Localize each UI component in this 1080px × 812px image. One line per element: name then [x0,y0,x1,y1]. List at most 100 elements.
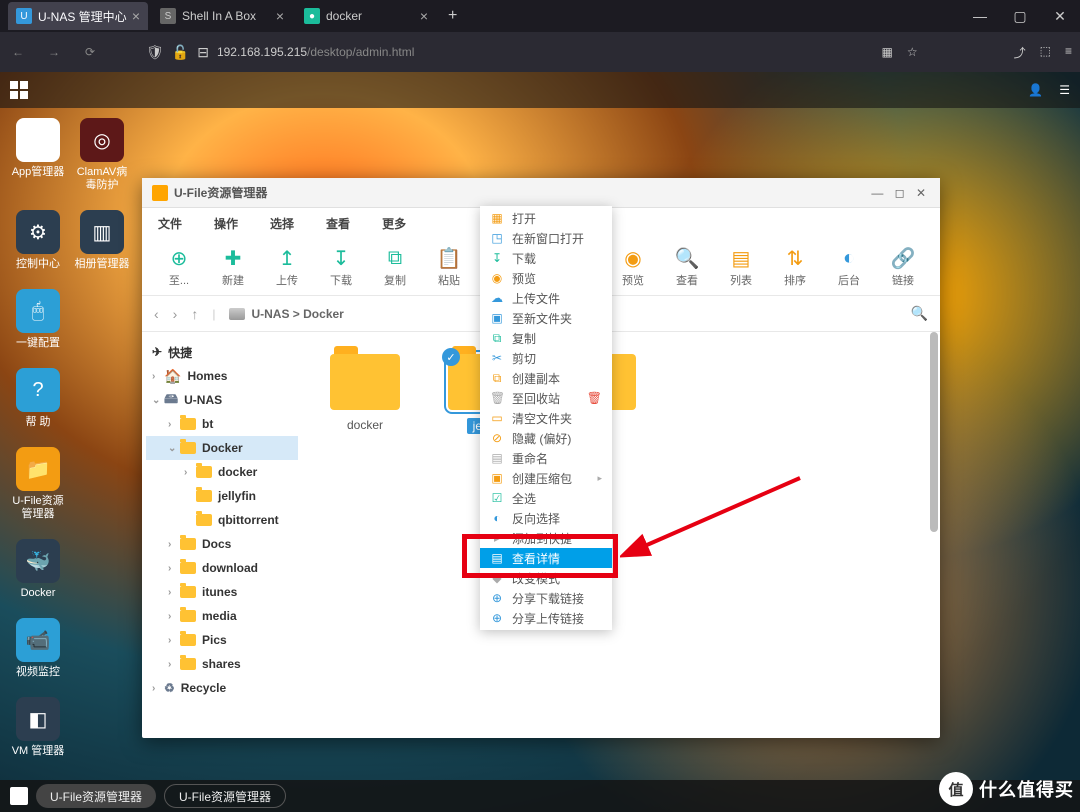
context-menu-item[interactable]: ☁上传文件 [480,288,612,308]
file-grid[interactable]: docker✓jellynt [302,332,940,738]
start-button[interactable] [10,787,28,805]
tree-item[interactable]: ›docker [146,460,298,484]
new-tab-button[interactable]: + [440,7,465,25]
tree-item[interactable]: ›🏠Homes [146,364,298,388]
context-menu-item[interactable]: ⧉创建副本 [480,368,612,388]
desktop-icon[interactable]: ▥相册管理器 [74,210,130,271]
tree-item[interactable]: jellyfin [146,484,298,508]
nav-back-icon[interactable]: ‹ [154,306,159,322]
menu-item[interactable]: 查看 [326,215,350,232]
context-menu-item[interactable]: ◐反向选择 [480,508,612,528]
toolbar-button[interactable]: ▤列表 [714,246,768,288]
desktop-icon[interactable]: 🖱一键配置 [10,289,66,350]
tree-item[interactable]: ›download [146,556,298,580]
tab-active[interactable]: U U-NAS 管理中心 × [8,2,148,30]
tree-item[interactable]: ⌄🖴U-NAS [146,388,298,412]
search-icon[interactable]: 🔍 [911,305,928,322]
context-menu-item[interactable]: ▣创建压缩包▸ [480,468,612,488]
desktop-icon[interactable]: ◎ClamAV病毒防护 [74,118,130,192]
toolbar-button[interactable]: ↧下载 [314,246,368,288]
toolbar-button[interactable]: ⊕至... [152,246,206,288]
tab[interactable]: ● docker × [296,2,436,30]
ext-icon[interactable]: ⤴ [1014,44,1026,61]
tree-item[interactable]: ›shares [146,652,298,676]
context-menu-item[interactable]: ▸添加到快捷 [480,528,612,548]
breadcrumb[interactable]: U-NAS > Docker [229,307,343,321]
menu-item[interactable]: 更多 [382,215,406,232]
ext-icon[interactable]: ⬚ [1040,44,1051,61]
context-menu-item[interactable]: ◆改变模式 [480,568,612,588]
menu-icon[interactable]: ≡ [1065,44,1072,61]
context-menu-item[interactable]: ▭清空文件夹 [480,408,612,428]
window-controls[interactable]: — ◻ ✕ [871,186,930,200]
close-button[interactable]: ✕ [1040,8,1080,25]
desktop-icon[interactable]: ?帮 助 [10,368,66,429]
user-icon[interactable]: 👤 [1028,83,1043,97]
taskbar-button[interactable]: U-File资源管理器 [36,784,156,808]
tab[interactable]: S Shell In A Box × [152,2,292,30]
context-menu-item[interactable]: ⊕分享上传链接 [480,608,612,628]
toolbar-button[interactable]: ✚新建 [206,246,260,288]
tree-item[interactable]: ›Pics [146,628,298,652]
toolbar-button[interactable]: ⇅排序 [768,246,822,288]
menu-item-icon: ⧉ [490,331,504,346]
context-menu-item[interactable]: ▤重命名 [480,448,612,468]
tree-item[interactable]: ›itunes [146,580,298,604]
menu-item[interactable]: 文件 [158,215,182,232]
tree-item[interactable]: ⌄Docker [146,436,298,460]
tree-item[interactable]: ›Docs [146,532,298,556]
tree-item[interactable]: ›media [146,604,298,628]
context-menu-item[interactable]: ☑全选 [480,488,612,508]
close-icon[interactable]: × [420,8,428,24]
close-icon[interactable]: × [132,8,140,24]
tree-item[interactable]: ✈快捷 [146,340,298,364]
context-menu-item[interactable]: ◉预览 [480,268,612,288]
close-icon[interactable]: × [276,8,284,24]
tree-item[interactable]: qbittorrent [146,508,298,532]
bookmark-icon[interactable]: ☆ [907,45,918,59]
list-icon[interactable]: ☰ [1059,83,1070,97]
context-menu-item[interactable]: ⊕分享下载链接 [480,588,612,608]
context-menu-item[interactable]: ▤查看详情 [480,548,612,568]
desktop-icon[interactable]: 📹视频监控 [10,618,66,679]
forward-button[interactable]: → [44,45,64,59]
context-menu-item[interactable]: ▣至新文件夹 [480,308,612,328]
minimize-button[interactable]: — [960,8,1000,25]
reload-button[interactable]: ⟳ [80,45,100,59]
context-menu-item[interactable]: ✂剪切 [480,348,612,368]
desktop-icon[interactable]: ◧VM 管理器 [10,697,66,758]
menu-item-icon: 🗑 [490,391,504,405]
context-menu-item[interactable]: 🗑至回收站🗑 [480,388,612,408]
toolbar-button[interactable]: 🔍查看 [660,246,714,288]
toolbar-button[interactable]: ◐后台 [822,246,876,288]
context-menu-item[interactable]: ▦打开 [480,208,612,228]
desktop-icon[interactable]: 🐳Docker [10,539,66,600]
url-bar[interactable]: 🛡 🔓 ⊟ 192.168.195.215/desktop/admin.html [116,44,866,61]
context-menu-item[interactable]: ↧下载 [480,248,612,268]
toolbar-button[interactable]: ⧉复制 [368,246,422,288]
toolbar-button[interactable]: ◉预览 [606,246,660,288]
file-item[interactable]: docker [318,348,412,432]
nav-forward-icon[interactable]: › [173,306,178,322]
scrollbar[interactable] [930,332,938,738]
maximize-button[interactable]: ▢ [1000,8,1040,25]
context-menu-item[interactable]: ⊘隐藏 (偏好) [480,428,612,448]
toolbar-button[interactable]: 📋粘贴 [422,246,476,288]
apps-grid-icon[interactable] [10,81,28,99]
qr-icon[interactable]: ▦ [882,45,893,59]
tree-item[interactable]: ›♻Recycle [146,676,298,700]
back-button[interactable]: ← [8,45,28,59]
desktop-icon[interactable]: ⚙控制中心 [10,210,66,271]
toolbar-button[interactable]: 🔗链接 [876,246,930,288]
menu-item[interactable]: 操作 [214,215,238,232]
context-menu-item[interactable]: ⧉复制 [480,328,612,348]
context-menu-item[interactable]: ◳在新窗口打开 [480,228,612,248]
nav-up-icon[interactable]: ↑ [191,306,198,322]
toolbar-button[interactable]: ↥上传 [260,246,314,288]
tree-item[interactable]: ›bt [146,412,298,436]
desktop-icon[interactable]: 📁U-File资源管理器 [10,447,66,521]
desktop-icon[interactable]: APPApp管理器 [10,118,66,192]
menu-item[interactable]: 选择 [270,215,294,232]
taskbar-button[interactable]: U-File资源管理器 [164,784,286,808]
window-titlebar[interactable]: U-File资源管理器 — ◻ ✕ [142,178,940,208]
